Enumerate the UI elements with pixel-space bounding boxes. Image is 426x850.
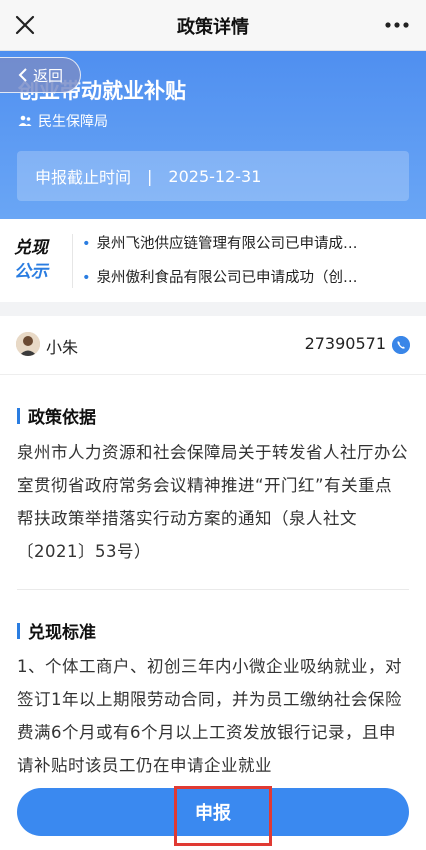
notice-logo-line1: 兑现 [14, 238, 48, 258]
bullet-icon: • [82, 270, 91, 286]
bottom-bar: 申报 [0, 774, 426, 850]
section-title-standard: 兑现标准 [17, 618, 96, 643]
notice-item[interactable]: • 泉州傲利食品有限公司已申请成功（创… [82, 266, 358, 287]
section-marker [17, 407, 20, 424]
notice-item-text: 泉州飞池供应链管理有限公司已申请成… [96, 236, 358, 252]
section-marker [17, 622, 20, 639]
notice-logo: 兑现 公示 [14, 236, 62, 284]
section-body-standard: 1、个体工商户、初创三年内小微企业吸纳就业，对签订1年以上期限劳动合同，并为员工… [17, 657, 402, 775]
department-label: 民生保障局 [38, 114, 108, 130]
chevron-left-icon [18, 68, 27, 82]
phone-icon[interactable] [392, 336, 410, 354]
back-label: 返回 [32, 66, 63, 85]
notice-panel: 兑现 公示 • 泉州飞池供应链管理有限公司已申请成… • 泉州傲利食品有限公司已申请… [0, 220, 426, 302]
section-gap [0, 302, 426, 316]
people-icon [18, 115, 32, 126]
notice-item[interactable]: • 泉州飞池供应链管理有限公司已申请成… [82, 232, 358, 253]
section-title-policy-basis: 政策依据 [17, 403, 96, 428]
notice-item-text: 泉州傲利食品有限公司已申请成功（创… [96, 270, 358, 286]
deadline-box: 申报截止时间 | 2025-12-31 [17, 151, 409, 201]
contact-phone[interactable]: 27390571 [305, 334, 386, 353]
page-title: 政策详情 [177, 17, 249, 38]
deadline-separator: | [147, 166, 153, 186]
divider [72, 234, 73, 288]
notice-logo-line2: 公示 [14, 262, 48, 282]
contact-row: 小朱 27390571 [0, 316, 426, 375]
back-button[interactable]: 返回 [0, 57, 81, 93]
divider [17, 589, 409, 590]
more-icon[interactable] [382, 12, 412, 38]
bullet-icon: • [82, 236, 91, 252]
section-title-text: 政策依据 [28, 408, 96, 428]
apply-button[interactable]: 申报 [17, 788, 409, 836]
policy-header: 创业带动就业补贴 返回 民生保障局 申报截止时间 | 2025-12-31 [0, 51, 426, 219]
section-title-text: 兑现标准 [28, 623, 96, 643]
deadline-label: 申报截止时间 [35, 168, 132, 187]
section-body-policy-basis: 泉州市人力资源和社会保障局关于转发省人社厅办公室贯彻省政府常务会议精神推进“开门… [17, 443, 408, 561]
top-nav-bar: 政策详情 [0, 0, 426, 51]
avatar [16, 332, 40, 356]
deadline-value: 2025-12-31 [168, 166, 262, 186]
department: 民生保障局 [18, 111, 108, 131]
contact-name: 小朱 [46, 338, 79, 357]
